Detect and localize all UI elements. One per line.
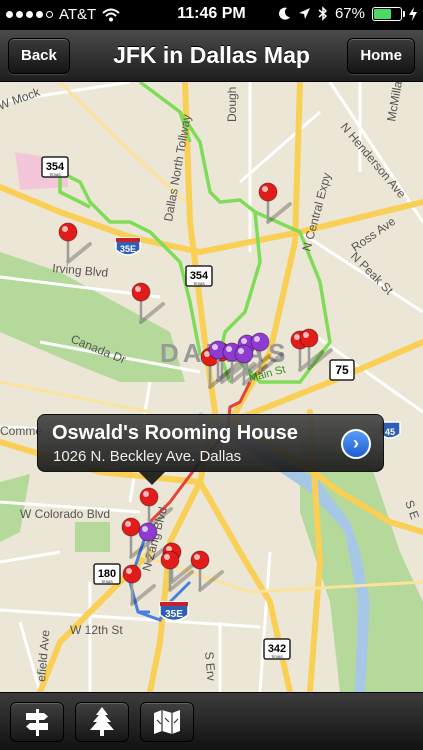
- status-bar: AT&T 11:46 PM 67%: [0, 0, 423, 30]
- street-label: W Mock: [0, 85, 43, 113]
- route-shield: 180 TEXAS: [93, 563, 121, 585]
- signpost-button[interactable]: [10, 702, 64, 742]
- route-shield: 75: [329, 359, 355, 381]
- route-shield: 354 TEXAS: [185, 265, 213, 287]
- street-label: S E: [402, 498, 422, 521]
- charging-bolt-icon: [409, 6, 417, 21]
- street-label: W 12th St: [70, 623, 123, 637]
- callout-title: Oswald's Rooming House: [52, 422, 298, 444]
- interstate-shield: 35E: [159, 601, 189, 622]
- svg-text:354: 354: [46, 161, 65, 173]
- svg-text:45: 45: [385, 427, 395, 437]
- map-button[interactable]: [140, 702, 194, 742]
- callout-subtitle: 1026 N. Beckley Ave. Dallas: [53, 448, 242, 465]
- route-shield: 342 TEXAS: [263, 638, 291, 660]
- svg-text:TEXAS: TEXAS: [271, 655, 283, 659]
- svg-text:TEXAS: TEXAS: [193, 282, 205, 286]
- status-right: 67%: [278, 5, 417, 22]
- svg-text:35E: 35E: [165, 609, 183, 620]
- svg-text:342: 342: [268, 643, 286, 655]
- svg-text:354: 354: [190, 270, 209, 282]
- street-label: N Central Expy: [299, 171, 333, 253]
- map-pin[interactable]: [190, 550, 224, 592]
- route-shield: 354 TEXAS: [41, 156, 69, 178]
- nature-button[interactable]: [75, 702, 129, 742]
- moon-icon: [278, 7, 290, 20]
- svg-text:TEXAS: TEXAS: [49, 173, 61, 177]
- map-view[interactable]: W Mock Dallas North Tollway Dough N Cent…: [0, 82, 423, 692]
- detail-disclosure-button[interactable]: ›: [341, 429, 371, 459]
- home-button[interactable]: Home: [347, 38, 415, 74]
- park-area: [75, 522, 110, 552]
- bottom-toolbar: [0, 692, 423, 750]
- location-arrow-icon: [298, 8, 310, 19]
- bluetooth-icon: [318, 6, 328, 21]
- svg-text:180: 180: [98, 568, 116, 580]
- map-icon: [154, 710, 180, 734]
- battery-fill: [374, 8, 392, 19]
- svg-text:TEXAS: TEXAS: [101, 580, 113, 584]
- street-label: S Erv: [202, 651, 219, 681]
- navigation-bar: Back JFK in Dallas Map Home: [0, 30, 423, 82]
- street-label: Dough: [225, 87, 239, 122]
- map-pin[interactable]: [58, 222, 92, 264]
- location-callout[interactable]: Oswald's Rooming House 1026 N. Beckley A…: [37, 414, 384, 485]
- svg-text:75: 75: [335, 363, 349, 377]
- street-label: W Colorado Blvd: [20, 507, 110, 521]
- street-label: Comme: [0, 424, 42, 438]
- battery-icon: [372, 6, 405, 21]
- street-label: N Henderson Ave: [338, 120, 409, 201]
- street-label: McMillan: [384, 82, 406, 123]
- signpost-icon: [26, 709, 48, 736]
- svg-text:35E: 35E: [120, 244, 136, 254]
- battery-percent: 67%: [334, 5, 365, 22]
- interstate-shield: 35E: [115, 237, 141, 256]
- tree-icon: [90, 707, 114, 736]
- street-label: N Peak St: [348, 249, 397, 298]
